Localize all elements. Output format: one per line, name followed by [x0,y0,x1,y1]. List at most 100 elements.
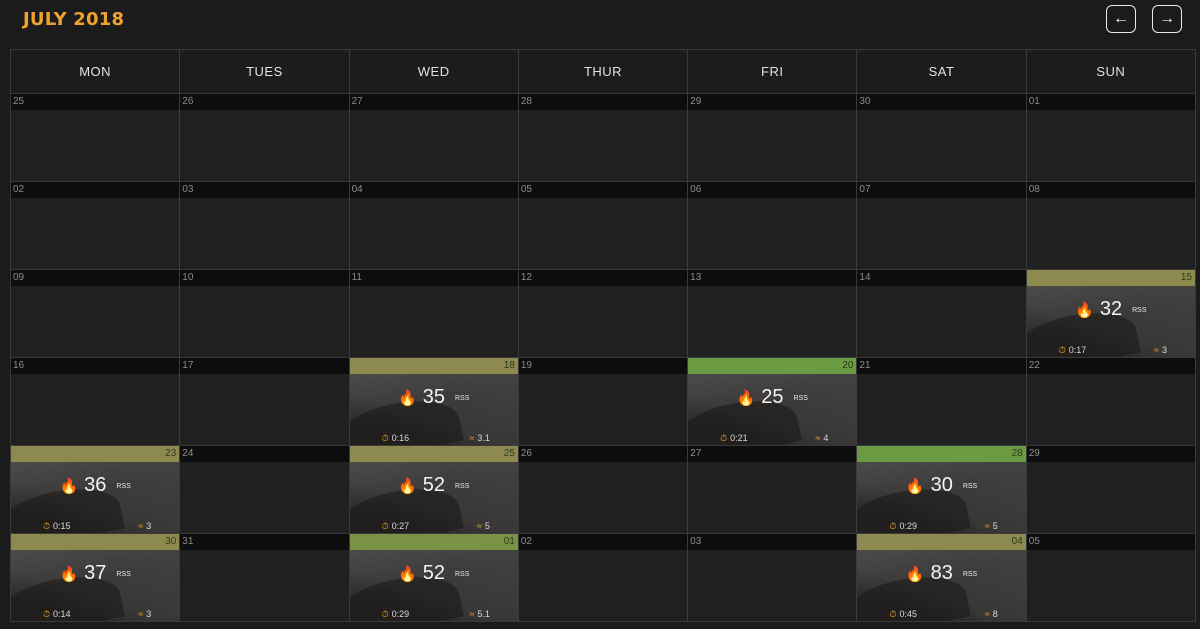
stopwatch-icon: ⏱ [43,609,51,619]
calendar-day[interactable]: 26 [180,94,350,182]
calendar-day[interactable]: 28 [518,94,689,182]
calendar-day-workout[interactable]: 28 🔥 30 RSS ⏱ 0:29 ≈5 [857,446,1027,534]
calendar-day[interactable]: 04 [349,182,519,270]
calendar-day[interactable]: 14 [857,270,1027,358]
calendar-day[interactable]: 16 [11,358,181,446]
calendar-day[interactable]: 02 [11,182,181,270]
weekday-header: WED [349,50,519,94]
calendar-day[interactable]: 30 [857,94,1027,182]
stopwatch-icon: ⏱ [1058,345,1066,355]
day-header-bar [180,94,349,110]
day-number: 11 [351,272,362,283]
calendar-day-workout[interactable]: 18 🔥 35 RSS ⏱ 0:16 ≈3.1 [349,358,519,446]
intensity: ≈3 [138,609,151,619]
duration-value: 0:14 [53,609,71,619]
calendar-day[interactable]: 29 [688,94,858,182]
calendar-day[interactable]: 29 [1026,446,1196,534]
day-number: 03 [182,184,194,195]
day-number: 21 [859,360,871,371]
calendar-day[interactable]: 19 [518,358,689,446]
day-number: 27 [690,448,702,459]
calendar-day[interactable]: 24 [180,446,350,534]
duration: ⏱ 0:14 [43,609,71,620]
calendar-day[interactable]: 27 [349,94,519,182]
calendar-day[interactable]: 25 [11,94,181,182]
intensity: ≈3 [1154,345,1167,355]
calendar-day[interactable]: 13 [688,270,858,358]
calendar-day[interactable]: 31 [180,534,350,622]
intensity-value: 3 [1161,345,1167,355]
arrow-left-icon: ← [1113,10,1129,27]
day-header-bar [349,270,518,286]
calendar-day-workout[interactable]: 25 🔥 52 RSS ⏱ 0:27 ≈5 [349,446,519,534]
duration-value: 0:29 [391,609,410,619]
intensity-value: 3 [146,521,152,531]
score-value: 36 [84,474,107,496]
day-header-bar [1026,358,1195,374]
calendar-day[interactable]: 27 [688,446,858,534]
calendar-day[interactable]: 01 [1026,94,1196,182]
calendar-day[interactable]: 11 [349,270,519,358]
calendar-day-workout[interactable]: 15 🔥 32 RSS ⏱ 0:17 ≈3 [1026,270,1196,358]
calendar-day[interactable]: 21 [857,358,1027,446]
calendar-day-workout[interactable]: 30 🔥 37 RSS ⏱ 0:14 ≈3 [11,534,181,622]
calendar-day[interactable]: 03 [180,182,350,270]
calendar-day[interactable]: 26 [518,446,689,534]
next-month-button[interactable]: → [1152,5,1182,33]
calendar-grid: MON TUES WED THUR FRI SAT SUN 25 26 27 28 29… [10,49,1196,622]
calendar-day-workout[interactable]: 01 🔥 52 RSS ⏱ 0:29 ≈5.1 [349,534,519,622]
day-header-bar [11,446,180,462]
flame-icon: 🔥 [59,477,79,495]
calendar-day[interactable]: 02 [518,534,689,622]
day-number: 05 [1028,536,1040,547]
duration: ⏱ 0:16 [382,433,410,444]
weekday-header: SUN [1026,50,1196,94]
stopwatch-icon: ⏱ [889,609,897,619]
day-header-bar [518,270,688,286]
duration-value: 0:21 [730,433,748,443]
weekday-header: MON [11,50,181,94]
flame-icon: 🔥 [59,565,79,583]
day-header-bar [1026,270,1195,286]
workout-score: 🔥 37 RSS [11,562,179,585]
day-header-bar [180,534,349,550]
calendar-day-workout[interactable]: 23 🔥 36 RSS ⏱ 0:15 ≈3 [11,446,181,534]
day-header-bar [180,270,349,286]
calendar-day[interactable]: 17 [180,358,350,446]
day-header-bar [349,446,518,462]
calendar-day-workout[interactable]: 20 🔥 25 RSS ⏱ 0:21 ≈4 [688,358,858,446]
day-number: 24 [182,448,194,459]
day-number: 07 [859,184,871,195]
prev-month-button[interactable]: ← [1106,5,1136,33]
intensity-value: 5.1 [477,609,490,619]
day-number: 10 [182,272,194,283]
calendar-day[interactable]: 12 [518,270,689,358]
day-header-bar [180,182,349,198]
intensity: ≈5 [477,521,490,531]
stopwatch-icon: ⏱ [381,609,389,619]
duration-value: 0:15 [53,521,71,531]
calendar-day[interactable]: 07 [857,182,1027,270]
calendar-day[interactable]: 10 [180,270,350,358]
flame-icon: 🔥 [1075,301,1094,319]
calendar-day[interactable]: 05 [1026,534,1196,622]
day-header-bar [688,358,857,374]
day-header-bar [349,182,518,198]
day-header-bar [11,182,180,198]
duration: ⏱ 0:15 [43,521,71,532]
calendar-day-workout[interactable]: 04 🔥 83 RSS ⏱ 0:45 ≈8 [857,534,1027,622]
weekday-header: FRI [688,50,858,94]
calendar-day[interactable]: 05 [518,182,689,270]
day-header-bar [518,446,688,462]
weekday-header: THUR [518,50,689,94]
stopwatch-icon: ⏱ [43,521,51,531]
calendar-day[interactable]: 22 [1026,358,1196,446]
day-header-bar [688,270,857,286]
calendar-day[interactable]: 03 [688,534,858,622]
day-header-bar [518,358,688,374]
calendar-day[interactable]: 06 [688,182,858,270]
calendar-day[interactable]: 09 [11,270,181,358]
day-number: 13 [690,272,702,283]
calendar-day[interactable]: 08 [1026,182,1196,270]
day-number: 25 [13,96,25,107]
